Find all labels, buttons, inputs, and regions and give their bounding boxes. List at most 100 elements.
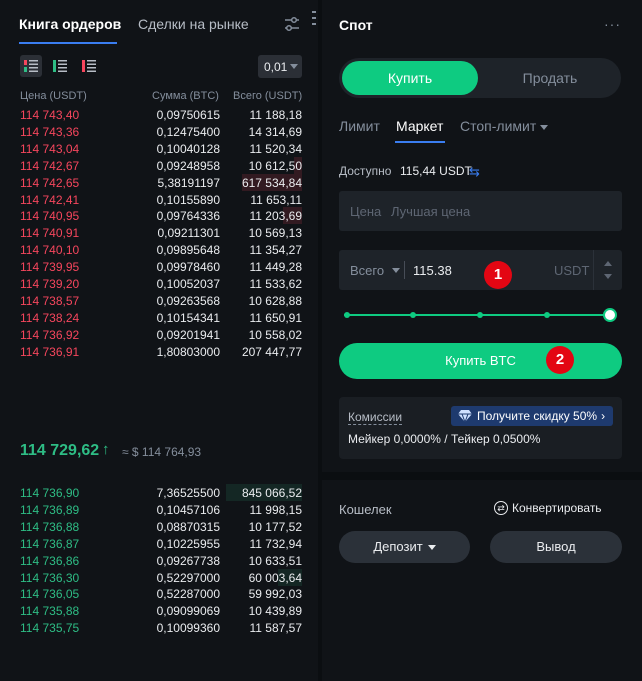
ask-row[interactable]: 114 742,67 0,09248958 10 612,50	[0, 156, 318, 174]
spot-order-panel: Спот ··· Купить Продать Лимит Маркет Сто…	[322, 0, 642, 472]
view-both-button[interactable]	[20, 55, 42, 77]
slider-stop-25[interactable]	[410, 312, 416, 318]
more-vertical-icon[interactable]	[310, 8, 318, 28]
row-price: 114 735,75	[20, 621, 80, 636]
bid-row[interactable]: 114 736,87 0,10225955 11 732,94	[0, 535, 318, 552]
withdraw-button[interactable]: Вывод	[490, 531, 622, 563]
ask-row[interactable]: 114 742,41 0,10155890 11 653,11	[0, 191, 318, 208]
row-amount: 0,10154341	[156, 310, 220, 325]
row-total: 11 533,62	[249, 277, 303, 291]
more-horizontal-icon[interactable]: ···	[604, 16, 621, 32]
row-price: 114 736,88	[20, 519, 80, 534]
fee-rates: Мейкер 0,0000% / Тейкер 0,0500%	[348, 432, 541, 446]
ask-row[interactable]: 114 742,65 5,38191197 617 534,84	[0, 173, 318, 191]
row-total: 14 314,69	[248, 124, 302, 139]
bid-row[interactable]: 114 736,89 0,10457106 11 998,15	[0, 501, 318, 518]
settings-sliders-icon[interactable]	[282, 14, 302, 34]
ask-row[interactable]: 114 738,24 0,10154341 11 650,91	[0, 309, 318, 326]
price-input[interactable]: Цена Лучшая цена	[339, 191, 622, 231]
ask-row[interactable]: 114 736,92 0,09201941 10 558,02	[0, 326, 318, 343]
tab-stop-limit[interactable]: Стоп-лимит	[460, 118, 549, 134]
ask-row[interactable]: 114 736,91 1,80803000 207 447,77	[0, 343, 318, 360]
ask-row[interactable]: 114 740,10 0,09895648 11 354,27	[0, 241, 318, 258]
bid-row[interactable]: 114 736,86 0,09267738 10 633,51	[0, 552, 318, 569]
bid-row[interactable]: 114 735,88 0,09099069 10 439,89	[0, 602, 318, 619]
view-bids-button[interactable]	[49, 55, 71, 77]
row-total: 207 447,77	[241, 344, 302, 359]
bid-row[interactable]: 114 736,90 7,36525500 845 066,52	[0, 484, 318, 501]
buy-tab[interactable]: Купить	[342, 61, 478, 95]
convert-button[interactable]: ⇄ Конвертировать	[494, 501, 602, 515]
row-amount: 0,10040128	[156, 141, 220, 156]
slider-handle[interactable]	[603, 308, 617, 322]
row-amount: 5,38191197	[157, 175, 220, 190]
decrement-arrow-icon[interactable]	[604, 274, 612, 279]
ask-row[interactable]: 114 743,40 0,09750615 11 188,18	[0, 106, 318, 123]
bid-row[interactable]: 114 736,88 0,08870315 10 177,52	[0, 518, 318, 535]
deposit-button[interactable]: Депозит	[339, 531, 470, 563]
increment-arrow-icon[interactable]	[604, 261, 612, 266]
tab-market[interactable]: Маркет	[396, 118, 443, 134]
tick-size-select[interactable]: 0,01	[258, 55, 302, 78]
row-price: 114 740,91	[20, 226, 80, 241]
chevron-right-icon: ›	[601, 409, 606, 423]
ask-row[interactable]: 114 740,95 0,09764336 11 203,69	[0, 207, 318, 225]
tab-order-book[interactable]: Книга ордеров	[19, 16, 121, 32]
slider-stop-75[interactable]	[544, 312, 550, 318]
row-amount: 0,09764336	[156, 209, 220, 224]
row-price: 114 743,40	[20, 108, 80, 122]
quantity-stepper[interactable]	[593, 250, 622, 290]
tab-limit[interactable]: Лимит	[339, 118, 380, 134]
slider-stop-0[interactable]	[344, 312, 350, 318]
last-price[interactable]: 114 729,62	[20, 442, 99, 460]
row-price: 114 742,65	[20, 175, 80, 190]
row-price: 114 736,87	[20, 536, 80, 551]
amount-slider[interactable]	[344, 308, 617, 322]
ask-row[interactable]: 114 743,36 0,12475400 14 314,69	[0, 123, 318, 140]
bid-row[interactable]: 114 736,30 0,52297000 60 003,64	[0, 568, 318, 586]
ask-row[interactable]: 114 739,95 0,09978460 11 449,28	[0, 258, 318, 275]
row-price: 114 736,05	[20, 587, 80, 602]
sell-tab[interactable]: Продать	[482, 61, 618, 95]
chevron-down-icon	[427, 545, 436, 551]
transfer-icon[interactable]: ⇆	[469, 164, 480, 180]
row-total: 617 534,84	[241, 175, 302, 190]
tick-size-value: 0,01	[264, 60, 288, 74]
row-total: 11 653,11	[250, 192, 302, 207]
discount-promo-button[interactable]: Получите скидку 50% ›	[451, 406, 614, 426]
ask-row[interactable]: 114 738,57 0,09263568 10 628,88	[0, 292, 318, 309]
active-tab-underline	[19, 42, 117, 44]
row-price: 114 743,36	[20, 124, 80, 139]
buy-btc-button[interactable]: Купить BTC	[339, 343, 622, 379]
row-total: 60 003,64	[248, 570, 302, 585]
ask-row[interactable]: 114 739,20 0,10052037 11 533,62	[0, 275, 318, 292]
tab-market-trades[interactable]: Сделки на рынке	[138, 16, 249, 32]
ask-row[interactable]: 114 743,04 0,10040128 11 520,34	[0, 140, 318, 157]
total-label[interactable]: Всего	[350, 263, 384, 278]
row-amount: 0,09248958	[156, 158, 220, 173]
row-amount: 0,09978460	[156, 260, 220, 275]
available-balance: 115,44 USDT	[400, 164, 472, 178]
row-price: 114 739,95	[20, 260, 80, 275]
chevron-down-icon[interactable]	[392, 268, 400, 273]
column-header-price: Цена (USDT)	[20, 90, 87, 102]
fees-label[interactable]: Комиссии	[348, 410, 403, 425]
order-book-bids-icon	[53, 60, 67, 72]
convert-label: Конвертировать	[512, 501, 602, 515]
row-total: 11 354,27	[249, 243, 303, 258]
bid-row[interactable]: 114 735,75 0,10099360 11 587,57	[0, 619, 318, 636]
view-asks-button[interactable]	[78, 55, 100, 77]
row-amount: 0,09750615	[156, 108, 220, 122]
ask-row[interactable]: 114 740,91 0,09211301 10 569,13	[0, 224, 318, 241]
order-book-asks-icon	[82, 60, 96, 72]
total-value[interactable]: 115.38	[413, 263, 452, 278]
slider-stop-50[interactable]	[477, 312, 483, 318]
bid-row[interactable]: 114 736,05 0,52287000 59 992,03	[0, 585, 318, 602]
row-total: 10 558,02	[248, 327, 302, 342]
price-placeholder: Лучшая цена	[391, 204, 471, 219]
row-price: 114 740,95	[20, 209, 80, 224]
row-price: 114 742,67	[20, 158, 80, 173]
total-input[interactable]: Всего 115.38 USDT	[339, 250, 622, 290]
row-total: 10 628,88	[248, 293, 302, 308]
order-book-panel: Книга ордеров Сделки на рынке 0,01 Цена …	[0, 0, 318, 681]
